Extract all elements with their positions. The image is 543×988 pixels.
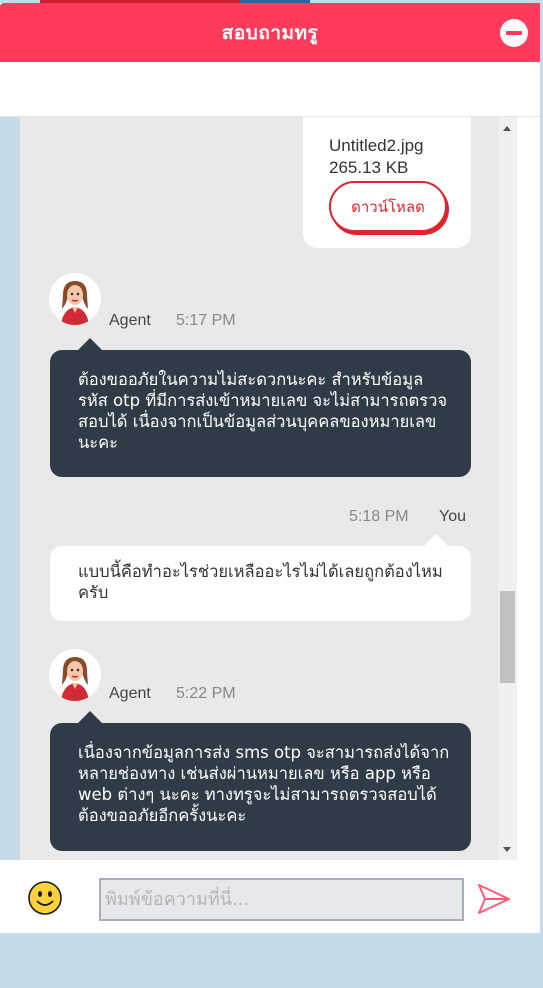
file-size: 265.13 KB [329, 158, 409, 177]
sub-header [0, 62, 540, 117]
scrollbar[interactable] [498, 117, 517, 860]
chat-header: สอบถามทรู [0, 3, 540, 62]
scroll-up-arrow-icon[interactable] [503, 126, 511, 131]
user-message-bubble: แบบนี้คือทำอะไรช่วยเหลืออะไรไม่ได้เลยถูก… [50, 534, 471, 621]
right-gutter [517, 117, 540, 860]
file-attachment-bubble: Untitled2.jpg 265.13 KB ดาวน์โหลด [303, 117, 471, 248]
scroll-thumb[interactable] [500, 591, 515, 683]
chat-widget: สอบถามทรู Untitled2.jpg 265.13 KB ดาวน์โ… [0, 3, 540, 933]
send-icon[interactable] [476, 881, 512, 917]
download-button[interactable]: ดาวน์โหลด [329, 181, 447, 232]
sender-name: You [439, 508, 466, 525]
agent-avatar-icon [49, 649, 101, 701]
message-time: 5:18 PM [349, 508, 409, 525]
agent-avatar [49, 273, 101, 325]
message-list[interactable]: Untitled2.jpg 265.13 KB ดาวน์โหลด Agent … [20, 117, 498, 860]
message-text: เนื่องจากข้อมูลการส่ง sms otp จะสามารถส่… [78, 743, 450, 825]
message-text: แบบนี้คือทำอะไรช่วยเหลืออะไรไม่ได้เลยถูก… [78, 562, 443, 602]
file-name: Untitled2.jpg [329, 136, 424, 155]
agent-message-bubble: เนื่องจากข้อมูลการส่ง sms otp จะสามารถส่… [50, 711, 471, 851]
agent-avatar-icon [49, 273, 101, 325]
minimize-icon [506, 31, 522, 35]
header-title: สอบถามทรู [221, 21, 319, 44]
message-time: 5:17 PM [176, 312, 236, 329]
scroll-down-arrow-icon[interactable] [503, 847, 511, 852]
message-text: ต้องขออภัยในความไม่สะดวกนะคะ สำหรับข้อมู… [78, 370, 448, 452]
agent-avatar [49, 649, 101, 701]
composer-edge [517, 860, 540, 933]
message-time: 5:22 PM [176, 685, 236, 702]
minimize-button[interactable] [500, 19, 528, 47]
sender-name: Agent [109, 312, 151, 329]
message-input[interactable] [99, 878, 464, 921]
smiley-icon[interactable] [28, 881, 62, 915]
agent-message-bubble: ต้องขออภัยในความไม่สะดวกนะคะ สำหรับข้อมู… [50, 338, 471, 477]
left-gutter [0, 117, 20, 860]
message-composer [20, 860, 517, 933]
sender-name: Agent [109, 685, 151, 702]
